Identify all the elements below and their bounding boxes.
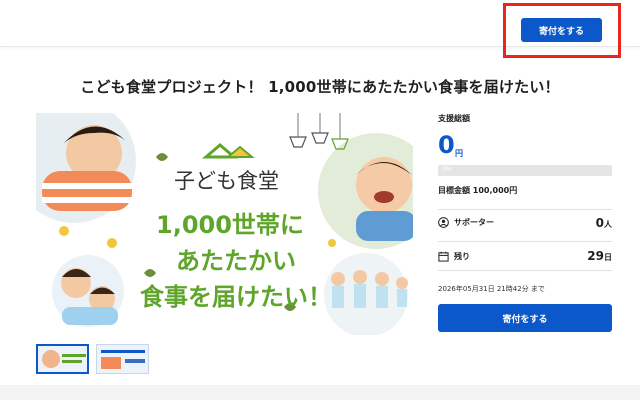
supporters-unit: 人 xyxy=(604,219,612,229)
project-title: こども食堂プロジェクト！ 1,000世帯にあたたかい食事を届けたい！ xyxy=(80,78,560,96)
thumbnail-1[interactable] xyxy=(36,344,89,374)
total-amount-unit: 円 xyxy=(455,149,463,158)
highlight-box xyxy=(503,3,621,58)
user-icon xyxy=(438,217,449,228)
remaining-unit: 日 xyxy=(604,253,612,262)
progress-text: 0% xyxy=(442,166,452,173)
hero-line-2: あたたかい xyxy=(176,247,296,275)
remaining-value: 29 xyxy=(587,249,604,263)
remaining-label: 残り xyxy=(454,251,470,261)
funding-panel: 支援総額 0 円 0% 目標金額 100,000円 サポーター 0人 残り 29… xyxy=(438,113,612,332)
supporters-row: サポーター 0人 xyxy=(438,209,612,235)
progress-bar: 0% xyxy=(438,165,612,176)
hero-line-3: 食事を届けたい！ xyxy=(140,283,332,311)
calendar-icon xyxy=(438,251,449,262)
page-below xyxy=(0,385,640,400)
thumbnail-strip xyxy=(36,344,149,374)
hero-brand: 子ども食堂 xyxy=(174,169,279,193)
deadline-text: 2026年05月31日 21時42分 まで xyxy=(438,285,545,293)
goal-amount: 目標金額 100,000円 xyxy=(438,186,518,195)
remaining-row: 残り 29日 xyxy=(438,241,612,271)
hero-line-1: 1,000世帯に xyxy=(156,211,304,239)
supporters-label: サポーター xyxy=(454,218,494,227)
total-amount: 0 xyxy=(438,131,455,159)
thumbnail-2[interactable] xyxy=(96,344,149,374)
donate-button[interactable]: 寄付をする xyxy=(438,304,612,332)
supporters-value: 0 xyxy=(595,215,604,230)
total-label: 支援総額 xyxy=(438,114,470,123)
hero-image[interactable]: 子ども食堂 1,000世帯に あたたかい 食事を届けたい！ xyxy=(36,113,413,335)
